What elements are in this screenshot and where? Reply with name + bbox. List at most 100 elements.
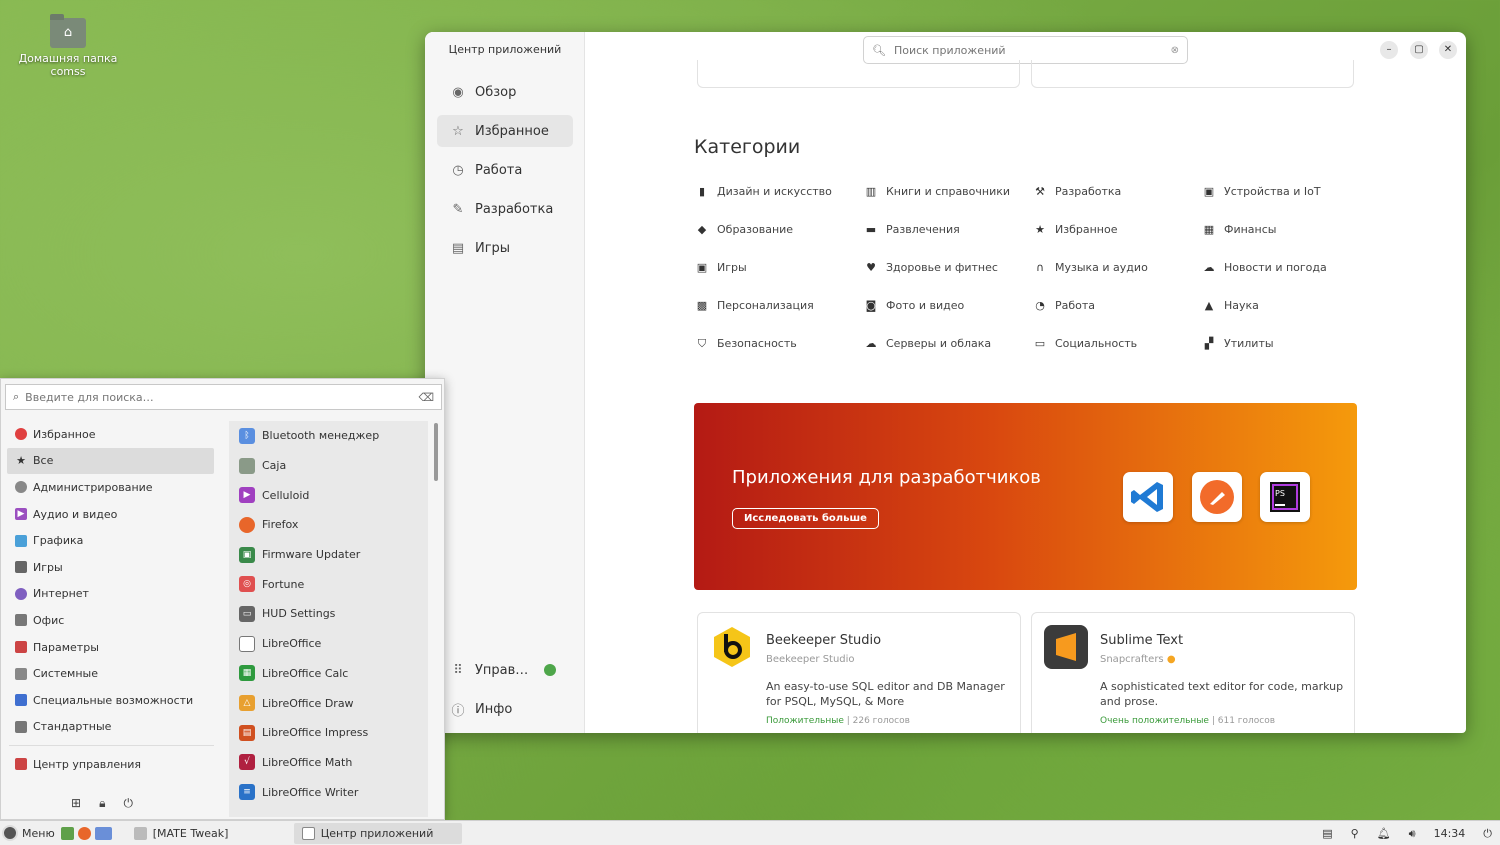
- menu-app-item[interactable]: ▦ LibreOffice Calc: [229, 659, 428, 689]
- menu-app-item[interactable]: ◎ Fortune: [229, 569, 428, 599]
- firefox-launcher-icon[interactable]: [77, 826, 91, 840]
- category-personalisation[interactable]: ▩ Персонализация: [696, 296, 865, 315]
- category-design[interactable]: ▮ Дизайн и искусство: [696, 182, 865, 201]
- menu-category-multimedia[interactable]: ▶ Аудио и видео: [7, 501, 214, 528]
- brush-icon: ▮: [698, 185, 706, 198]
- menu-button[interactable]: Меню: [0, 821, 55, 845]
- category-productivity[interactable]: ◔ Работа: [1034, 296, 1203, 315]
- system-tray: ▤ ⚲ 🔔︎ 🔊︎ 14:34 ⏻: [1322, 821, 1500, 845]
- app-search-input[interactable]: [893, 43, 1171, 57]
- app-card-beekeeper[interactable]: Beekeeper Studio Beekeeper Studio An eas…: [697, 612, 1021, 733]
- power-icon[interactable]: ⏻: [123, 796, 133, 811]
- clear-search-icon[interactable]: ⌫: [418, 391, 434, 404]
- category-books[interactable]: ▥ Книги и справочники: [865, 182, 1034, 201]
- menu-category-favorites[interactable]: Избранное: [7, 421, 214, 448]
- menu-search-input[interactable]: [25, 390, 419, 404]
- menu-app-item[interactable]: LibreOffice: [229, 629, 428, 659]
- heart-icon: [15, 428, 27, 441]
- explore-more-button[interactable]: Исследовать больше: [732, 508, 879, 529]
- category-entertainment[interactable]: ▬ Развлечения: [865, 220, 1034, 239]
- category-news[interactable]: ☁ Новости и погода: [1203, 258, 1372, 277]
- clock[interactable]: 14:34: [1434, 827, 1466, 840]
- menu-category-accessibility[interactable]: Специальные возможности: [7, 687, 214, 714]
- clear-search-icon[interactable]: ⊗: [1171, 45, 1179, 56]
- window-title: Центр приложений: [448, 43, 562, 56]
- menu-app-item[interactable]: △ LibreOffice Draw: [229, 688, 428, 718]
- menu-category-games[interactable]: Игры: [7, 554, 214, 581]
- palette-icon: ▩: [696, 299, 708, 312]
- nav-development[interactable]: ✎ Разработка: [437, 193, 573, 225]
- category-social[interactable]: ▭ Социальность: [1034, 334, 1203, 353]
- menu-app-item[interactable]: ▣ Firmware Updater: [229, 540, 428, 570]
- category-finance[interactable]: ▦ Финансы: [1203, 220, 1372, 239]
- category-science[interactable]: ▲ Наука: [1203, 296, 1372, 315]
- nav-about[interactable]: ⓘ Инфо: [437, 693, 573, 725]
- vscode-icon[interactable]: [1123, 472, 1173, 522]
- bottom-panel: Меню [MATE Tweak] Центр приложений ▤ ⚲ 🔔…: [0, 820, 1500, 845]
- category-utilities[interactable]: ▞ Утилиты: [1203, 334, 1372, 353]
- nav-work[interactable]: ◷ Работа: [437, 154, 573, 186]
- maximize-button[interactable]: ▢: [1410, 41, 1428, 59]
- menu-category-admin[interactable]: Администрирование: [7, 474, 214, 501]
- postman-icon[interactable]: [1192, 472, 1242, 522]
- category-security[interactable]: ⛉ Безопасность: [696, 334, 865, 353]
- menu-category-internet[interactable]: Интернет: [7, 581, 214, 608]
- menu-scrollbar[interactable]: [434, 423, 438, 481]
- home-folder-icon: ⌂: [50, 14, 86, 48]
- task-app-center[interactable]: Центр приложений: [293, 822, 462, 844]
- nav-explore[interactable]: ◉ Обзор: [437, 76, 573, 108]
- task-mate-tweak[interactable]: [MATE Tweak]: [126, 823, 292, 844]
- keyboard-layout-icon[interactable]: ▤: [1322, 827, 1332, 840]
- globe-icon: [15, 587, 27, 600]
- menu-control-center[interactable]: Центр управления: [7, 751, 214, 778]
- menu-category-graphics[interactable]: Графика: [7, 527, 214, 554]
- close-button[interactable]: ✕: [1439, 41, 1457, 59]
- nav-featured[interactable]: ☆ Избранное: [437, 115, 573, 147]
- shield-icon: ⛉: [697, 336, 707, 350]
- category-music[interactable]: ∩ Музыка и аудио: [1034, 258, 1203, 277]
- menu-app-item[interactable]: ▤ LibreOffice Impress: [229, 718, 428, 748]
- menu-category-office[interactable]: Офис: [7, 607, 214, 634]
- phpstorm-icon[interactable]: PS: [1260, 472, 1310, 522]
- featured-card-partial[interactable]: [1031, 60, 1354, 88]
- category-development[interactable]: ⚒ Разработка: [1034, 182, 1203, 201]
- nav-games[interactable]: ▤ Игры: [437, 232, 573, 264]
- desktop-home-folder[interactable]: ⌂ Домашняя папка comss: [18, 14, 118, 78]
- network-icon[interactable]: ⚲: [1351, 827, 1359, 840]
- menu-app-item[interactable]: Caja: [229, 451, 428, 481]
- menu-category-settings[interactable]: Параметры: [7, 634, 214, 661]
- nav-manage[interactable]: ⠿ Управ…: [437, 654, 573, 686]
- power-icon[interactable]: ⏻: [1483, 827, 1492, 841]
- category-servers[interactable]: ☁ Серверы и облака: [865, 334, 1034, 353]
- menu-app-item[interactable]: ᛒ Bluetooth менеджер: [229, 421, 428, 451]
- menu-app-item[interactable]: ≡ LibreOffice Writer: [229, 777, 428, 807]
- hammer-icon: ⚒: [1035, 185, 1045, 198]
- featured-card-partial[interactable]: [697, 60, 1020, 88]
- menu-app-item[interactable]: ▶ Celluloid: [229, 480, 428, 510]
- menu-app-item[interactable]: √ LibreOffice Math: [229, 748, 428, 778]
- volume-icon[interactable]: 🔊︎: [1409, 827, 1416, 841]
- terminal-launcher-icon[interactable]: [60, 826, 74, 840]
- clapperboard-icon: ▬: [865, 223, 877, 236]
- menu-category-accessories[interactable]: Стандартные: [7, 714, 214, 741]
- category-health[interactable]: ♥ Здоровье и фитнес: [865, 258, 1034, 277]
- menu-app-item[interactable]: ▭ HUD Settings: [229, 599, 428, 629]
- cloud-icon: ☁: [1203, 261, 1215, 274]
- menu-app-item[interactable]: Firefox: [229, 510, 428, 540]
- category-education[interactable]: ◆ Образование: [696, 220, 865, 239]
- star-icon: ★: [1035, 223, 1045, 236]
- category-photo-video[interactable]: ◙ Фото и видео: [865, 296, 1034, 315]
- category-devices[interactable]: ▣ Устройства и IoT: [1203, 182, 1372, 201]
- add-to-panel-icon[interactable]: ⊞: [71, 796, 81, 811]
- menu-category-system[interactable]: Системные: [7, 660, 214, 687]
- category-featured[interactable]: ★ Избранное: [1034, 220, 1203, 239]
- mail-launcher-icon[interactable]: [94, 826, 112, 840]
- app-card-sublime[interactable]: Sublime Text Snapcrafters ● A sophistica…: [1031, 612, 1355, 733]
- minimize-button[interactable]: –: [1380, 41, 1398, 59]
- menu-search-box[interactable]: ⌕ ⌫: [5, 384, 442, 410]
- category-games[interactable]: ▣ Игры: [696, 258, 865, 277]
- lock-icon[interactable]: 🔒︎: [99, 796, 105, 811]
- settings-icon: [15, 641, 27, 654]
- menu-category-all[interactable]: ★ Все: [7, 447, 214, 475]
- notifications-icon[interactable]: 🔔︎: [1377, 827, 1391, 840]
